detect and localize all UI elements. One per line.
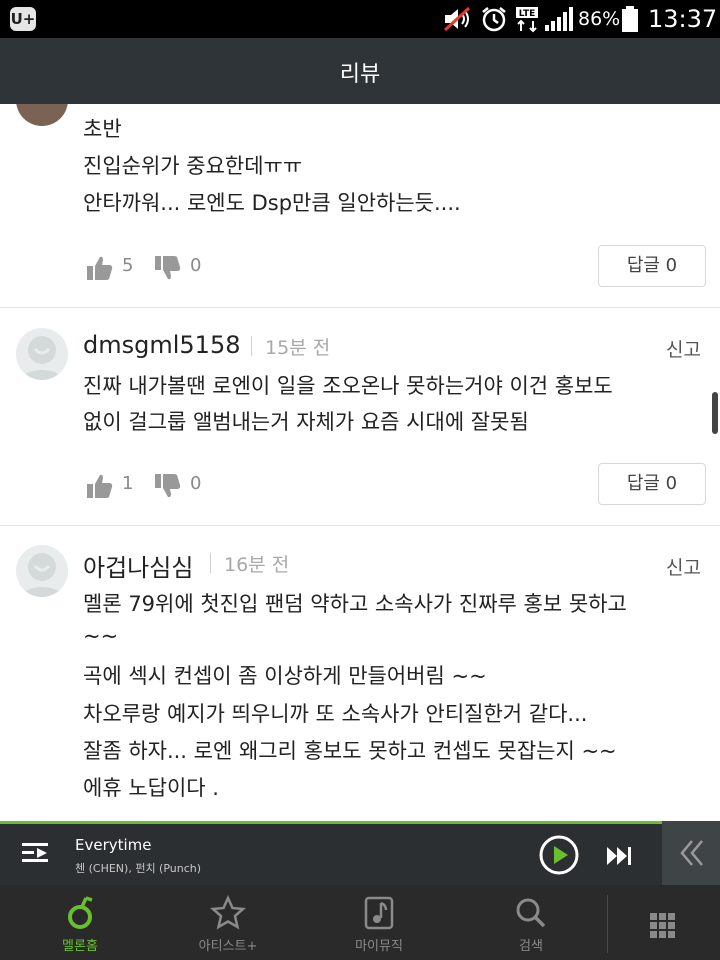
thumbs-down-icon — [155, 256, 181, 280]
dislike-button[interactable]: 0 — [154, 248, 214, 288]
page-title: 리뷰 — [339, 62, 381, 87]
comment-text-line: 차오루랑 예지가 띄우니까 또 소속사가 안티질한거 같다... — [83, 702, 588, 726]
like-count: 1 — [122, 473, 134, 494]
default-avatar-icon — [22, 336, 62, 380]
comment-text-line: 멜론 79위에 첫진입 팬덤 약하고 소속사가 진짜루 홍보 못하고 — [83, 592, 627, 616]
dislike-count: 0 — [190, 255, 202, 276]
comment-list[interactable]: 초반 진입순위가 중요한데ㅠㅠ 안타까워... 로엔도 Dsp만큼 일안하는듯.… — [0, 104, 720, 821]
report-button[interactable]: 신고 — [666, 553, 701, 580]
thumbs-down-icon — [155, 474, 181, 498]
report-button[interactable]: 신고 — [666, 335, 701, 362]
star-icon — [209, 895, 247, 930]
divider — [0, 307, 720, 308]
nav-melon-home[interactable]: 멜론홈 — [5, 885, 155, 960]
bottom-nav: 멜론홈 아티스트+ 마이뮤직 검색 — [0, 885, 720, 960]
song-artist: 첸 (CHEN), 펀치 (Punch) — [75, 862, 202, 875]
comment-text-line: 곡에 섹시 컨셉이 좀 이상하게 만들어버림 ~~ — [83, 664, 487, 688]
mute-icon — [443, 6, 471, 32]
comment-text-line: 초반 — [83, 117, 122, 141]
default-avatar-icon — [22, 553, 62, 597]
nav-search[interactable]: 검색 — [456, 885, 606, 960]
nav-artist-plus[interactable]: 아티스트+ — [153, 885, 303, 960]
clock: 13:37 — [648, 5, 718, 33]
separator — [251, 336, 252, 356]
battery-icon — [622, 6, 638, 32]
next-track-icon[interactable] — [604, 844, 636, 868]
nav-my-music[interactable]: 마이뮤직 — [304, 885, 454, 960]
comment-text-line: 없이 걸그룹 앨범내는거 자체가 요즘 시대에 잘못됨 — [83, 410, 529, 434]
battery-percent: 86% — [578, 8, 621, 30]
nav-label: 멜론홈 — [62, 939, 98, 954]
like-count: 5 — [122, 255, 134, 276]
scrollbar-thumb[interactable] — [712, 392, 718, 434]
carrier-logo: U+ — [10, 7, 36, 31]
music-note-icon — [364, 896, 394, 930]
username[interactable]: 아겁나심심 — [83, 548, 193, 583]
dislike-button[interactable]: 0 — [154, 466, 214, 506]
comment-text-line: 진입순위가 중요한데ㅠㅠ — [83, 154, 303, 178]
melon-home-icon — [68, 896, 93, 929]
avatar[interactable] — [16, 545, 68, 597]
comment-text-line: 안타까워... 로엔도 Dsp만큼 일안하는듯.... — [83, 191, 461, 215]
nav-menu[interactable] — [588, 885, 720, 960]
like-button[interactable]: 1 — [86, 466, 146, 506]
lte-icon: LTE — [516, 7, 538, 33]
dislike-count: 0 — [190, 473, 202, 494]
nav-label: 마이뮤직 — [355, 939, 403, 954]
comment-text-line: 잘좀 하자... 로엔 왜그리 홍보도 못하고 컨셉도 못잡는지 ~~ — [83, 739, 617, 763]
avatar[interactable] — [16, 328, 68, 380]
status-bar: U+ LTE 86% 13:37 — [0, 0, 720, 38]
nav-label: 검색 — [519, 939, 543, 954]
comment-text-line: 진짜 내가볼땐 로엔이 일을 조오온나 못하는거야 이건 홍보도 — [83, 374, 613, 398]
nav-label: 아티스트+ — [198, 939, 258, 954]
comment-time: 15분 전 — [265, 337, 331, 359]
alarm-icon — [482, 7, 506, 32]
divider — [0, 525, 720, 526]
reply-button[interactable]: 답글 0 — [598, 245, 706, 287]
signal-icon — [545, 7, 573, 31]
comment-text-line: 에휴 노답이다 . — [83, 776, 219, 800]
song-title: Everytime — [75, 836, 152, 854]
avatar[interactable] — [16, 104, 68, 126]
title-bar: 리뷰 — [0, 38, 720, 104]
comment-text-line: ~~ — [83, 624, 119, 648]
play-button[interactable] — [538, 834, 580, 876]
playlist-icon[interactable] — [20, 840, 52, 866]
mini-player[interactable]: Everytime 첸 (CHEN), 펀치 (Punch) — [0, 821, 720, 885]
comment-time: 16분 전 — [224, 554, 290, 576]
search-icon — [516, 898, 546, 928]
username[interactable]: dmsgml5158 — [83, 331, 240, 359]
thumbs-up-icon — [87, 256, 113, 280]
like-button[interactable]: 5 — [86, 248, 146, 288]
reply-button[interactable]: 답글 0 — [598, 463, 706, 505]
double-chevron-left-icon — [680, 840, 703, 866]
separator — [210, 553, 211, 573]
thumbs-up-icon — [87, 474, 113, 498]
grid-menu-icon — [650, 913, 675, 938]
svg-text:LTE: LTE — [519, 9, 536, 19]
player-drawer-handle[interactable] — [662, 821, 720, 885]
